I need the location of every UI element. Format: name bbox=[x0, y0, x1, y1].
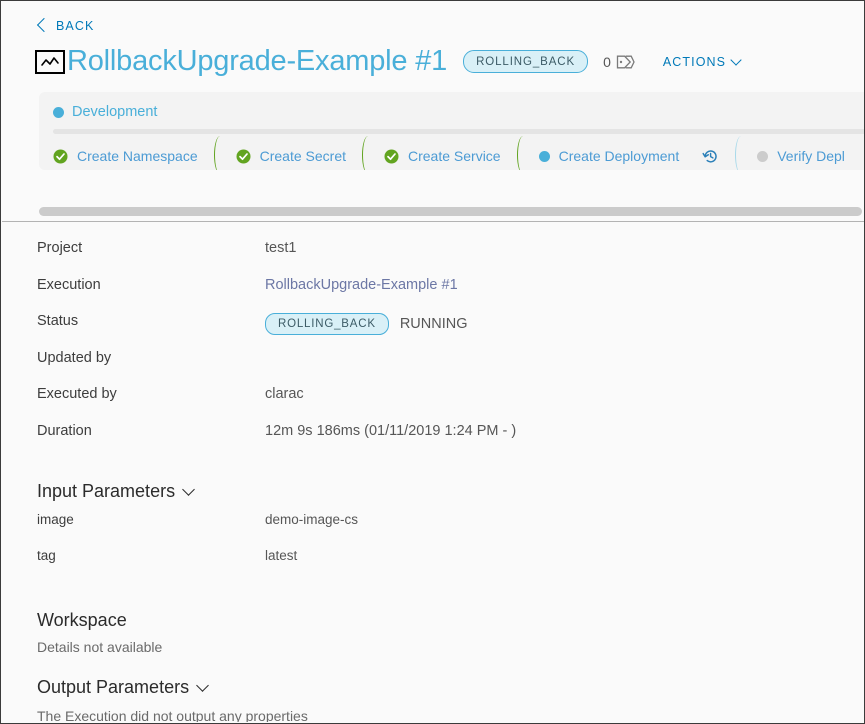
detail-value: test1 bbox=[265, 240, 297, 256]
status-dot-icon bbox=[53, 106, 64, 118]
input-parameters-section-header[interactable]: Input Parameters bbox=[2, 481, 863, 502]
workspace-note: Details not available bbox=[37, 639, 163, 655]
output-parameters-section-header[interactable]: Output Parameters bbox=[2, 677, 863, 698]
task-create-namespace[interactable]: Create Namespace bbox=[39, 136, 212, 170]
task-separator bbox=[212, 136, 222, 170]
input-parameter-row: tag latest bbox=[2, 548, 863, 584]
task-label: Create Service bbox=[408, 148, 501, 164]
title-row: RollbackUpgrade-Example #1 ROLLING_BACK … bbox=[1, 35, 864, 78]
back-label: BACK bbox=[56, 18, 95, 33]
check-circle-icon bbox=[236, 149, 251, 164]
back-row: BACK bbox=[1, 1, 864, 35]
output-parameters-note: The Execution did not output any propert… bbox=[37, 708, 308, 722]
task-label: Create Namespace bbox=[77, 148, 198, 164]
detail-value: ROLLING_BACK RUNNING bbox=[265, 313, 467, 335]
actions-label: ACTIONS bbox=[662, 54, 727, 69]
section-title-label: Input Parameters bbox=[37, 481, 176, 501]
status-badge: ROLLING_BACK bbox=[463, 50, 589, 73]
check-circle-icon bbox=[53, 149, 68, 164]
stage-name[interactable]: Development bbox=[72, 104, 157, 120]
horizontal-scrollbar[interactable] bbox=[39, 207, 862, 216]
tag-icon[interactable] bbox=[616, 54, 635, 70]
chevron-down-icon bbox=[730, 53, 742, 66]
detail-label: Executed by bbox=[37, 386, 117, 402]
detail-label: Updated by bbox=[37, 349, 112, 366]
status-dot-icon bbox=[538, 150, 550, 162]
task-create-service[interactable]: Create Service bbox=[370, 136, 515, 170]
parameter-name: image bbox=[37, 512, 74, 527]
execution-link[interactable]: RollbackUpgrade-Example #1 bbox=[265, 277, 458, 293]
detail-label: Execution bbox=[37, 276, 101, 293]
task-separator bbox=[515, 136, 525, 170]
actions-menu-button[interactable]: ACTIONS bbox=[662, 53, 742, 69]
status-state-label: RUNNING bbox=[399, 316, 468, 332]
task-label: Verify Depl bbox=[777, 148, 845, 164]
status-value-group: ROLLING_BACK RUNNING bbox=[265, 313, 467, 335]
tag-count: 0 bbox=[603, 53, 611, 70]
stage-strip: Development Create Namespace Create Secr… bbox=[1, 92, 864, 170]
status-dot-icon bbox=[757, 150, 769, 162]
task-verify-deployment[interactable]: Verify Depl bbox=[743, 136, 859, 170]
back-button[interactable]: BACK bbox=[36, 17, 95, 33]
page-header: BACK RollbackUpgrade-Example #1 ROLLING_… bbox=[1, 1, 864, 78]
detail-value: clarac bbox=[265, 386, 304, 402]
detail-value: 12m 9s 186ms (01/11/2019 1:24 PM - ) bbox=[265, 422, 517, 439]
input-parameter-row: image demo-image-cs bbox=[2, 512, 863, 548]
page-title[interactable]: RollbackUpgrade-Example #1 bbox=[67, 45, 447, 78]
stage-card-development[interactable]: Development Create Namespace Create Secr… bbox=[39, 92, 864, 170]
task-separator bbox=[360, 136, 370, 170]
detail-row-project: Project test1 bbox=[2, 240, 863, 277]
chevron-down-icon bbox=[196, 678, 209, 692]
task-create-deployment[interactable]: Create Deployment bbox=[525, 136, 734, 170]
details-panel: Project test1 Execution RollbackUpgrade-… bbox=[2, 222, 863, 722]
workspace-section-title: Workspace bbox=[37, 610, 127, 630]
check-circle-icon bbox=[384, 149, 399, 164]
execution-details-screen: BACK RollbackUpgrade-Example #1 ROLLING_… bbox=[0, 0, 865, 724]
task-separator bbox=[733, 136, 743, 170]
detail-row-status: Status ROLLING_BACK RUNNING bbox=[2, 313, 863, 350]
chevron-down-icon bbox=[182, 482, 195, 496]
history-rollback-icon[interactable] bbox=[702, 148, 719, 165]
detail-row-duration: Duration 12m 9s 186ms (01/11/2019 1:24 P… bbox=[2, 423, 863, 460]
parameter-name: tag bbox=[37, 548, 56, 563]
detail-row-executed-by: Executed by clarac bbox=[2, 386, 863, 423]
task-row: Create Namespace Create Secret Create Se… bbox=[39, 136, 864, 170]
task-label: Create Secret bbox=[259, 148, 346, 164]
detail-label: Project bbox=[37, 240, 83, 256]
parameter-value: latest bbox=[265, 548, 298, 563]
section-title-label: Output Parameters bbox=[37, 677, 190, 697]
parameter-value: demo-image-cs bbox=[265, 512, 359, 527]
stage-header: Development bbox=[39, 101, 864, 123]
detail-label: Duration bbox=[37, 422, 92, 439]
chevron-left-icon bbox=[36, 17, 52, 33]
detail-row-execution: Execution RollbackUpgrade-Example #1 bbox=[2, 277, 863, 314]
task-create-secret[interactable]: Create Secret bbox=[222, 136, 360, 170]
status-badge: ROLLING_BACK bbox=[265, 313, 389, 335]
task-label: Create Deployment bbox=[558, 148, 680, 164]
stage-progress-bar bbox=[53, 129, 864, 134]
pipeline-chart-icon bbox=[35, 49, 65, 74]
detail-label: Status bbox=[37, 313, 79, 329]
detail-row-updated-by: Updated by bbox=[2, 350, 863, 387]
